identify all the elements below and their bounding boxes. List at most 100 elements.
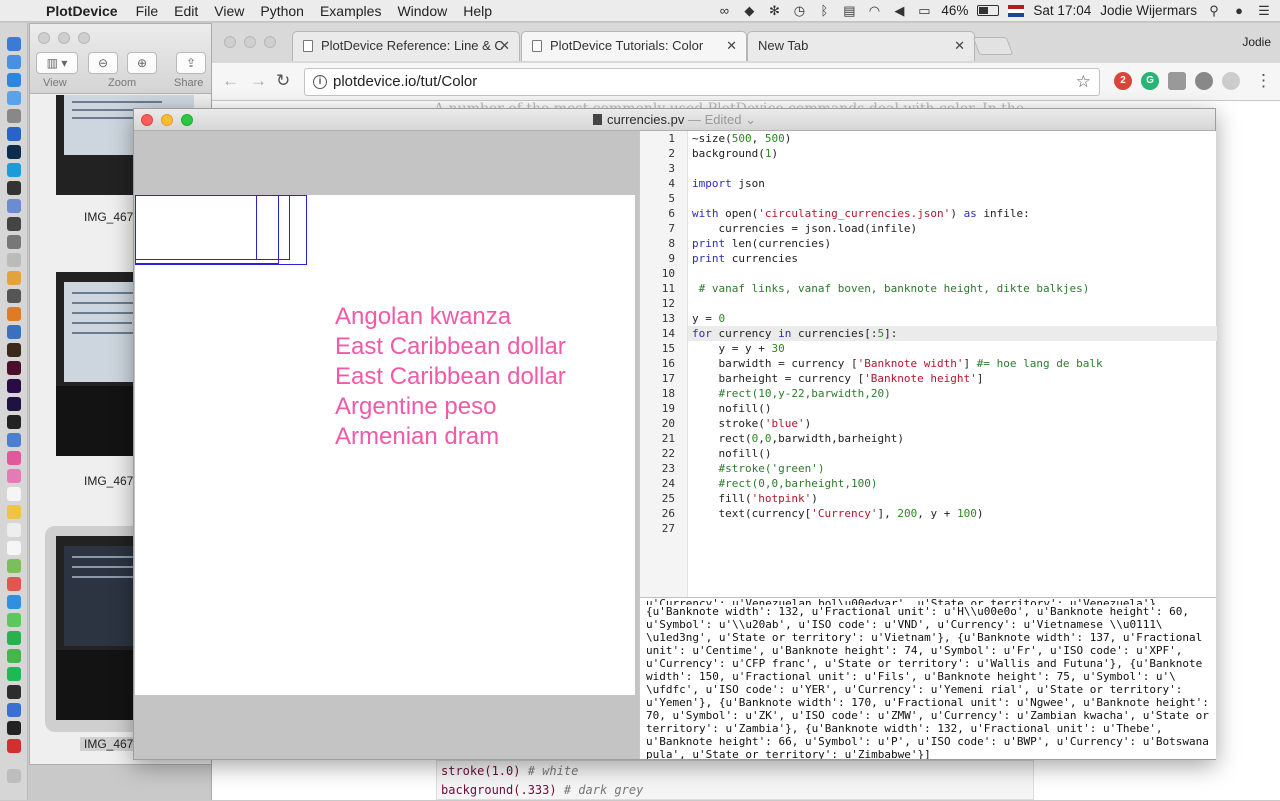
bookmark-star-icon[interactable]: ☆ <box>1076 69 1091 95</box>
app-icon[interactable] <box>7 325 21 339</box>
app-icon[interactable] <box>7 721 21 735</box>
volume-icon[interactable]: ◀ <box>891 3 907 18</box>
close-button[interactable] <box>38 32 50 44</box>
wifi-icon[interactable]: ◠ <box>866 3 882 18</box>
extension-icon[interactable] <box>1222 72 1240 90</box>
code-line[interactable]: import json <box>692 176 765 191</box>
chevron-down-icon[interactable]: ⌄ <box>745 112 756 127</box>
photoshop-icon[interactable] <box>7 145 21 159</box>
calendar-icon[interactable] <box>7 487 21 501</box>
siri-icon[interactable]: ● <box>1231 3 1247 18</box>
airplay-icon[interactable]: ▭ <box>916 3 932 18</box>
finder-icon[interactable] <box>7 37 21 51</box>
close-tab-icon[interactable]: ✕ <box>954 32 965 60</box>
forward-arrow-icon[interactable]: → <box>250 71 267 91</box>
launchpad-icon[interactable] <box>7 55 21 69</box>
creative-cloud-icon[interactable]: ∞ <box>716 3 732 18</box>
app-icon[interactable] <box>7 595 21 609</box>
keyboard-icon[interactable]: ▤ <box>841 3 857 18</box>
code-line[interactable]: # vanaf links, vanaf boven, banknote hei… <box>692 281 1090 296</box>
app-icon[interactable] <box>7 559 21 573</box>
battery-percent[interactable]: 46% <box>941 3 968 18</box>
code-line[interactable]: #rect(10,y-22,barwidth,20) <box>692 386 891 401</box>
grammarly-icon[interactable]: G <box>1141 72 1159 90</box>
address-bar[interactable]: i plotdevice.io/tut/Color ☆ <box>304 68 1100 96</box>
share-button[interactable]: ⇪ <box>176 52 206 74</box>
close-tab-icon[interactable]: ✕ <box>499 32 510 60</box>
zoom-button[interactable] <box>181 114 193 126</box>
extension-icon[interactable] <box>1195 72 1213 90</box>
appstore-icon[interactable] <box>7 73 21 87</box>
code-line[interactable]: ~size(500, 500) <box>692 131 791 146</box>
code-line[interactable]: nofill() <box>692 446 771 461</box>
app-icon[interactable] <box>7 523 21 537</box>
code-line[interactable]: stroke('blue') <box>692 416 811 431</box>
user-name[interactable]: Jodie Wijermars <box>1100 3 1197 18</box>
app-icon[interactable] <box>7 703 21 717</box>
sidebar-toggle-button[interactable]: ▥ ▾ <box>36 52 78 74</box>
tab-plotdevice-tutorials[interactable]: PlotDevice Tutorials: Color ✕ <box>521 31 747 61</box>
bluetooth-icon[interactable]: ᛒ <box>816 3 832 18</box>
app-icon[interactable] <box>7 163 21 177</box>
thumbnail-label[interactable]: IMG_467 <box>84 210 133 224</box>
code-line[interactable]: nofill() <box>692 401 771 416</box>
premiere-icon[interactable] <box>7 379 21 393</box>
close-button[interactable] <box>224 36 236 48</box>
app-icon[interactable] <box>7 649 21 663</box>
menu-edit[interactable]: Edit <box>166 3 206 19</box>
app-icon[interactable] <box>7 253 21 267</box>
app-icon[interactable] <box>7 271 21 285</box>
spotify-icon[interactable] <box>7 667 21 681</box>
code-line[interactable]: #stroke('green') <box>692 461 825 476</box>
menu-examples[interactable]: Examples <box>312 3 389 19</box>
code-line[interactable]: rect(0,0,barwidth,barheight) <box>692 431 903 446</box>
code-line[interactable]: for currency in currencies[:5]: <box>692 326 897 341</box>
code-line[interactable]: barheight = currency ['Banknote height'] <box>692 371 983 386</box>
app-icon[interactable] <box>7 433 21 447</box>
notification-center-icon[interactable]: ☰ <box>1256 3 1272 18</box>
input-source-flag-icon[interactable] <box>1008 4 1025 17</box>
reload-icon[interactable]: ↻ <box>276 71 290 91</box>
extension-icon[interactable] <box>1168 72 1186 90</box>
url-text[interactable]: plotdevice.io/tut/Color <box>333 73 477 90</box>
minimize-button[interactable] <box>161 114 173 126</box>
dropbox-icon[interactable]: ◆ <box>741 3 757 18</box>
zoom-button[interactable] <box>264 36 276 48</box>
chrome-icon[interactable] <box>7 127 21 141</box>
code-line[interactable]: background(1) <box>692 146 778 161</box>
code-line[interactable]: y = 0 <box>692 311 725 326</box>
spotlight-search-icon[interactable]: ⚲ <box>1206 3 1222 18</box>
notes-icon[interactable] <box>7 505 21 519</box>
close-tab-icon[interactable]: ✕ <box>726 32 737 60</box>
tab-new-tab[interactable]: New Tab ✕ <box>747 31 975 61</box>
indesign-icon[interactable] <box>7 361 21 375</box>
code-editor[interactable]: 1 2 3 4 5 6 7 8 9 10 11 12 13 14 15 16 17 18 19 20 21 22 23 24 2… <box>639 131 1217 597</box>
trash-icon[interactable] <box>7 769 21 783</box>
battery-icon[interactable] <box>977 5 1000 16</box>
menu-help[interactable]: Help <box>455 3 500 19</box>
new-tab-button[interactable] <box>972 37 1014 55</box>
app-icon[interactable] <box>7 109 21 123</box>
tab-plotdevice-reference[interactable]: PlotDevice Reference: Line & C ✕ <box>292 31 520 61</box>
code-line[interactable]: print len(currencies) <box>692 236 831 251</box>
thumbnail-label[interactable]: IMG_467 <box>80 737 138 751</box>
app-menu[interactable]: PlotDevice <box>34 3 128 19</box>
app-icon[interactable] <box>7 541 21 555</box>
output-console[interactable]: u'Currency': u'Venezuelan bol\u00edvar',… <box>639 597 1216 759</box>
time-machine-icon[interactable]: ◷ <box>791 3 807 18</box>
zoom-button[interactable] <box>78 32 90 44</box>
illustrator-icon[interactable] <box>7 343 21 357</box>
minimize-button[interactable] <box>244 36 256 48</box>
app-icon[interactable] <box>7 613 21 627</box>
app-icon[interactable] <box>7 235 21 249</box>
code-line[interactable]: #rect(0,0,barheight,100) <box>692 476 878 491</box>
app-icon[interactable] <box>7 469 21 483</box>
zoom-in-button[interactable]: ⊕ <box>127 52 157 74</box>
code-line[interactable]: with open('circulating_currencies.json')… <box>692 206 1030 221</box>
clock[interactable]: Sat 17:04 <box>1033 3 1091 18</box>
info-icon[interactable]: i <box>313 75 327 89</box>
menu-view[interactable]: View <box>206 3 252 19</box>
code-line[interactable]: y = y + 30 <box>692 341 784 356</box>
extension-icon[interactable]: 2 <box>1114 72 1132 90</box>
app-icon[interactable] <box>7 217 21 231</box>
